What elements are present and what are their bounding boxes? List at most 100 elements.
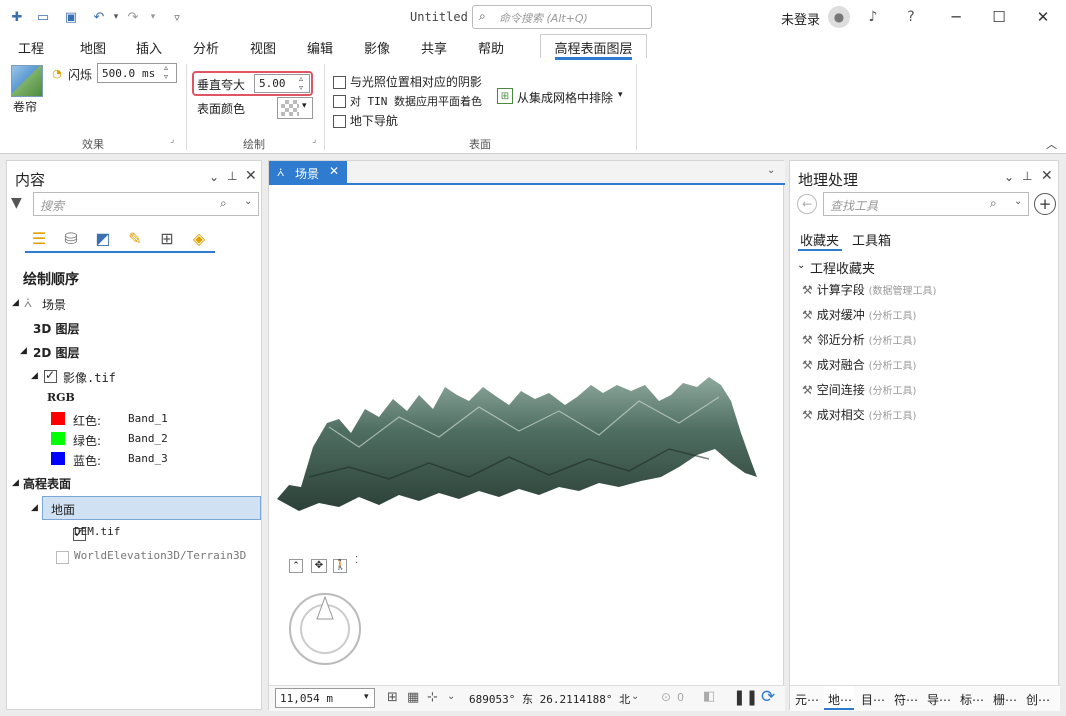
walk-icon[interactable]: 🚶 — [333, 559, 347, 573]
tin-flat-option[interactable]: 对 TIN 数据应用平面着色 — [333, 93, 482, 109]
project-favorites-heading[interactable]: 工程收藏夹 — [810, 258, 875, 277]
tab-view[interactable]: 视图 — [250, 38, 276, 57]
tab-export[interactable]: 导⋯ — [927, 691, 951, 708]
green-swatch[interactable] — [51, 432, 65, 445]
close-tab-icon[interactable]: ✕ — [329, 164, 339, 178]
expand-icon[interactable]: ◢ — [31, 503, 38, 513]
tab-scene[interactable]: ⩑ 场景 ✕ — [269, 161, 347, 185]
tool-item[interactable]: ⚒ 空间连接 (分析工具) — [802, 381, 916, 398]
tab-project[interactable]: 工程 — [18, 38, 44, 57]
pitch-up-icon[interactable]: ⌃ — [289, 559, 303, 573]
expand-icon[interactable]: ⌄ — [797, 260, 805, 271]
undo-icon[interactable]: ↶ — [90, 8, 108, 26]
help-icon[interactable]: ? — [900, 6, 922, 28]
tab-catalog[interactable]: 元⋯ — [795, 691, 819, 708]
redo-dropdown-icon[interactable]: ▾ — [144, 8, 162, 26]
underground-option[interactable]: 地下导航 — [333, 112, 398, 129]
ground-node[interactable]: 地面 — [42, 496, 261, 520]
back-icon[interactable]: ← — [797, 194, 817, 214]
data-source-icon[interactable]: ⛁ — [61, 227, 81, 249]
expand-icon[interactable]: ◢ — [12, 478, 19, 488]
tab-labeling[interactable]: 标⋯ — [960, 691, 984, 708]
chevron-down-icon[interactable]: ⌄ — [1014, 196, 1022, 207]
expand-icon[interactable]: ◢ — [12, 298, 19, 308]
swipe-label[interactable]: 卷帘 — [13, 98, 37, 115]
minimize-icon[interactable]: ─ — [943, 4, 969, 30]
tab-geoprocessing[interactable]: 地⋯ — [828, 691, 852, 708]
find-tools-input[interactable]: 查找工具 ⌕ ⌄ — [823, 192, 1029, 216]
snapping-icon[interactable]: ⊞ — [157, 227, 177, 249]
close-window-icon[interactable]: ✕ — [1030, 4, 1056, 30]
layers-2d-node[interactable]: 2D 图层 — [33, 344, 80, 361]
drawing-order-icon[interactable]: ☰ — [29, 227, 49, 249]
navigator-options-icon[interactable]: ⁚ — [355, 555, 358, 566]
filter-icon[interactable]: ▼ — [11, 195, 22, 211]
tool-item[interactable]: ⚒ 邻近分析 (分析工具) — [802, 331, 916, 348]
close-pane-icon[interactable]: ✕ — [245, 168, 257, 184]
undo-dropdown-icon[interactable]: ▾ — [107, 8, 125, 26]
elevation-surfaces-node[interactable]: 高程表面 — [23, 475, 71, 492]
selection-icon[interactable]: ◩ — [93, 227, 113, 249]
tab-help[interactable]: 帮助 — [478, 38, 504, 57]
save-icon[interactable]: ▣ — [62, 8, 80, 26]
tool-item[interactable]: ⚒ 成对相交 (分析工具) — [802, 406, 916, 423]
draw-launcher-icon[interactable]: ⌟ — [312, 135, 316, 145]
surface-color-picker[interactable]: ▾ — [277, 97, 313, 119]
tab-toolboxes[interactable]: 工具箱 — [852, 230, 891, 249]
shadow-checkbox[interactable] — [333, 76, 346, 89]
tab-symbology[interactable]: 符⋯ — [894, 691, 918, 708]
blue-swatch[interactable] — [51, 452, 65, 465]
tab-insert[interactable]: 插入 — [136, 38, 162, 57]
snapping-icon[interactable]: ⊹ — [427, 690, 438, 705]
tab-imagery[interactable]: 影像 — [364, 38, 390, 57]
grid-icon[interactable]: ⊞ — [387, 690, 398, 705]
spinner-icon[interactable]: ▵ ▿ — [164, 63, 168, 81]
exclude-mesh-button[interactable]: 从集成网格中排除 — [517, 89, 613, 106]
scale-combobox[interactable]: 11,054 m ▾ — [275, 688, 375, 708]
tab-contents[interactable]: 目⋯ — [861, 691, 885, 708]
customize-toolbar-icon[interactable]: ▿ — [168, 8, 186, 26]
refresh-icon[interactable]: ⟳ — [761, 687, 775, 707]
tab-elevation-surface-layer[interactable]: 高程表面图层 — [540, 34, 647, 60]
tab-create[interactable]: 创⋯ — [1026, 691, 1050, 708]
tab-edit[interactable]: 编辑 — [307, 38, 333, 57]
close-pane-icon[interactable]: ✕ — [1041, 168, 1053, 184]
tab-map[interactable]: 地图 — [80, 38, 106, 57]
pin-icon[interactable]: ⊥ — [227, 169, 237, 183]
coordinate-format-icon[interactable]: ⌄ — [631, 691, 639, 702]
chevron-down-icon[interactable]: ▾ — [618, 90, 623, 100]
collapse-ribbon-icon[interactable]: ︿ — [1046, 136, 1057, 152]
editing-icon[interactable]: ✎ — [125, 227, 145, 249]
labeling-icon[interactable]: ◈ — [189, 227, 209, 249]
exclude-mesh-icon[interactable]: ⊞ — [497, 88, 513, 104]
scene-node[interactable]: 场景 — [42, 296, 66, 313]
options-dropdown-icon[interactable]: ⌄ — [1004, 170, 1014, 184]
shadow-option[interactable]: 与光照位置相对应的阴影 — [333, 73, 482, 90]
tab-overflow-icon[interactable]: ⌄ — [767, 165, 775, 176]
red-swatch[interactable] — [51, 412, 65, 425]
sign-in-label[interactable]: 未登录 — [781, 9, 820, 28]
tab-analysis[interactable]: 分析 — [193, 38, 219, 57]
tool-item[interactable]: ⚒ 成对融合 (分析工具) — [802, 356, 916, 373]
options-dropdown-icon[interactable]: ⌄ — [209, 170, 219, 184]
tool-item[interactable]: ⚒ 计算字段 (数据管理工具) — [802, 281, 936, 298]
chevron-down-icon[interactable]: ⌄ — [447, 691, 455, 702]
world-elevation-layer[interactable]: WorldElevation3D/Terrain3D — [74, 549, 246, 562]
layers-3d-node[interactable]: 3D 图层 — [33, 320, 80, 337]
new-project-icon[interactable]: ✚ — [8, 8, 26, 26]
tab-favorites[interactable]: 收藏夹 — [800, 230, 839, 249]
effects-launcher-icon[interactable]: ⌟ — [170, 135, 174, 145]
tab-raster[interactable]: 栅⋯ — [993, 691, 1017, 708]
add-icon[interactable]: + — [1034, 193, 1056, 215]
imagery-layer[interactable]: 影像.tif — [63, 369, 116, 386]
imagery-visibility-checkbox[interactable] — [44, 368, 57, 383]
tab-share[interactable]: 共享 — [421, 38, 447, 57]
dem-layer[interactable]: DEM.tif — [74, 525, 120, 538]
contents-search-input[interactable]: 搜索 ⌕ ⌄ — [33, 192, 259, 216]
tool-item[interactable]: ⚒ 成对缓冲 (分析工具) — [802, 306, 916, 323]
open-folder-icon[interactable]: ▭ — [34, 8, 52, 26]
swipe-icon[interactable] — [11, 65, 43, 97]
maximize-icon[interactable]: ☐ — [986, 4, 1012, 30]
pin-icon[interactable]: ⊥ — [1022, 169, 1032, 183]
user-avatar-icon[interactable]: ● — [828, 6, 850, 28]
